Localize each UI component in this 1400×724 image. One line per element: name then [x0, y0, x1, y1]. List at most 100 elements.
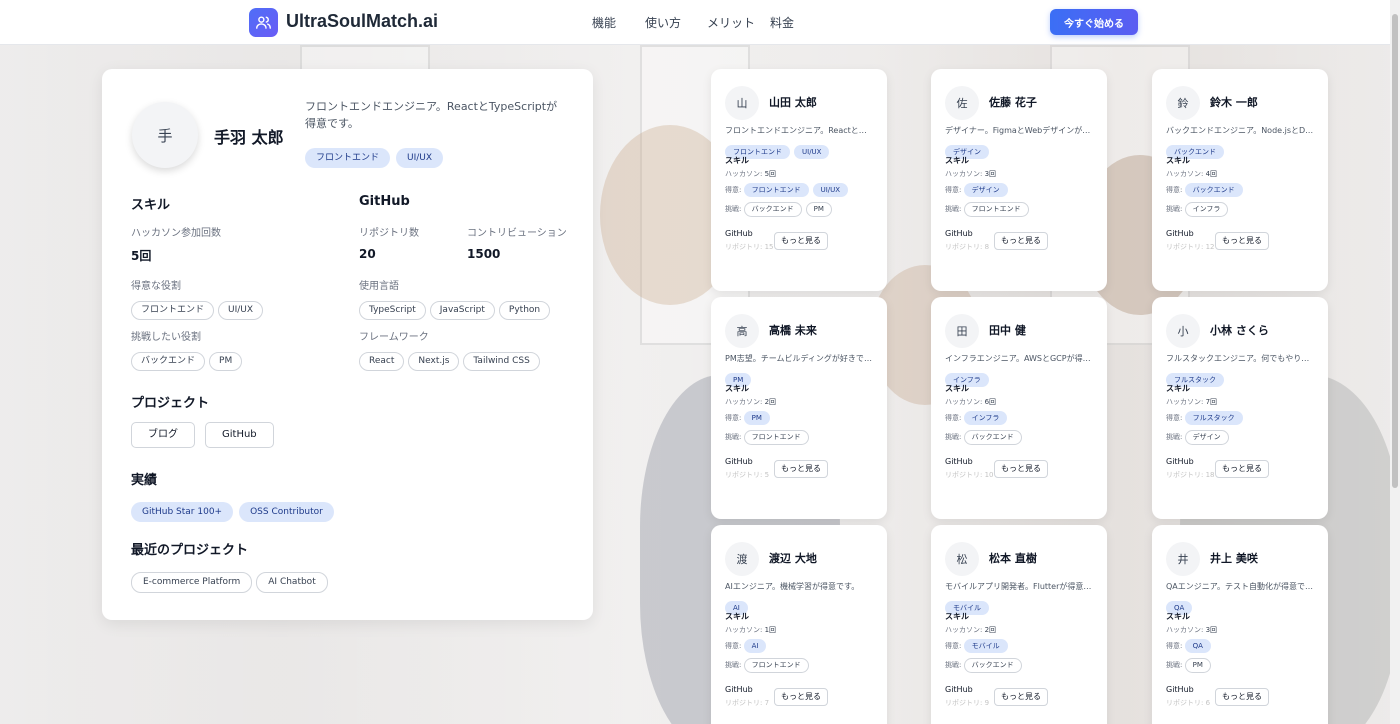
challenge-label: 挑戦: [1166, 433, 1183, 441]
profile-bio: フロントエンドエンジニア。ReactとTypeScriptが得意です。 [305, 100, 558, 130]
user-card[interactable]: 高高橋 未来 PM志望。チームビルディングが好きです。 PM スキル ハッカソン: 2回… [711, 297, 887, 519]
user-card[interactable]: 鈴鈴木 一郎 バックエンドエンジニア。Node.jsとDB設… バックエンド スキルハ… [1152, 69, 1328, 291]
challenge-role-tag: PM [209, 352, 243, 371]
hackathon-row: ハッカソン: 4回 [1166, 169, 1217, 179]
hackathon-row: ハッカソン: 3回 [1166, 625, 1217, 635]
see-more-button[interactable]: もっと見る [774, 232, 828, 250]
avatar: 田 [945, 314, 979, 348]
good-role-tag: AI [743, 639, 767, 653]
challenge-role-tag: PM [805, 202, 832, 217]
blog-link-button[interactable]: ブログ [131, 422, 195, 448]
repo-value: 18 [1205, 471, 1215, 479]
nav-how-to-use[interactable]: 使い方 [645, 14, 681, 31]
skill-heading: スキル [725, 156, 749, 165]
repo-count: リポジトリ: 12 [1166, 242, 1215, 252]
achievement-tag: GitHub Star 100+ [131, 502, 234, 522]
github-link-button[interactable]: GitHub [205, 422, 274, 448]
users-icon [256, 16, 271, 29]
nav-benefits[interactable]: メリット [707, 14, 755, 31]
hackathon-value: 5回 [764, 170, 777, 178]
skill-heading: スキル [725, 612, 749, 621]
user-name: 山田 太郎 [769, 96, 817, 109]
good-role-tag: バックエンド [1184, 183, 1243, 197]
profile-name: 手羽 太郎 [214, 128, 284, 147]
good-role-tag: インフラ [963, 411, 1008, 425]
github-label: GitHub [945, 457, 973, 466]
user-card[interactable]: 渡渡辺 大地 AIエンジニア。機械学習が得意です。 AI スキル ハッカソン: 1回 得意… [711, 525, 887, 724]
see-more-button[interactable]: もっと見る [994, 460, 1048, 478]
good-row: 得意: AI [725, 639, 770, 653]
challenge-role-tag: デザイン [1184, 430, 1229, 445]
user-bio: インフラエンジニア。AWSとGCPが得意で… [945, 354, 1095, 363]
user-card[interactable]: 井井上 美咲 QAエンジニア。テスト自動化が得意です。 QA スキル ハッカソン: 3回… [1152, 525, 1328, 724]
good-row: 得意: QA [1166, 639, 1215, 653]
role-tag: UI/UX [794, 145, 830, 159]
see-more-button[interactable]: もっと見る [1215, 460, 1269, 478]
user-bio: AIエンジニア。機械学習が得意です。 [725, 582, 860, 591]
repo-value: 7 [764, 699, 770, 707]
good-role-tag: フロントエンド [743, 183, 809, 197]
skill-heading: スキル [945, 156, 969, 165]
start-now-button[interactable]: 今すぐ始める [1050, 9, 1138, 35]
challenge-row: 挑戦: インフラ [1166, 202, 1232, 217]
achievement-tag: OSS Contributor [239, 502, 334, 522]
recent-project-tag[interactable]: E-commerce Platform [131, 572, 253, 593]
user-card[interactable]: 小小林 さくら フルスタックエンジニア。何でもやります。 フルスタック スキル ハッカソ… [1152, 297, 1328, 519]
repo-label: リポジトリ: [725, 699, 763, 707]
scrollbar-thumb[interactable] [1392, 14, 1398, 488]
good-role-tag: QA [1184, 639, 1211, 653]
brand-name[interactable]: UltraSoulMatch.ai [286, 11, 438, 32]
hackathon-row: ハッカソン: 3回 [945, 169, 996, 179]
challenge-role-tag: フロントエンド [963, 202, 1029, 217]
good-label: 得意: [945, 414, 962, 422]
page-scrollbar[interactable] [1390, 0, 1400, 724]
see-more-button[interactable]: もっと見る [994, 232, 1048, 250]
challenge-role-tag: バックエンド [743, 202, 802, 217]
challenge-label: 挑戦: [725, 661, 742, 669]
framework-tag: Tailwind CSS [463, 352, 540, 371]
avatar: 佐 [945, 86, 979, 120]
good-role-tag: フロントエンド [131, 301, 215, 320]
user-bio: フロントエンドエンジニア。Reactと… [725, 126, 867, 135]
challenge-label: 挑戦: [725, 205, 742, 213]
hackathon-value: 3回 [984, 170, 997, 178]
logo-icon[interactable] [249, 8, 278, 37]
hackathon-row: ハッカソン: 2回 [945, 625, 996, 635]
user-card[interactable]: 松松本 直樹 モバイルアプリ開発者。Flutterが得意で… モバイル スキル ハッカソ… [931, 525, 1107, 724]
user-bio: フルスタックエンジニア。何でもやります。 [1166, 354, 1316, 363]
see-more-button[interactable]: もっと見る [1215, 232, 1269, 250]
avatar: 高 [725, 314, 759, 348]
see-more-button[interactable]: もっと見る [994, 688, 1048, 706]
avatar: 小 [1166, 314, 1200, 348]
skill-heading: スキル [1166, 384, 1190, 393]
challenge-row: 挑戦: PM [1166, 658, 1215, 673]
repo-label: リポジトリ: [1166, 471, 1204, 479]
see-more-button[interactable]: もっと見る [774, 460, 828, 478]
recent-project-tag[interactable]: AI Chatbot [256, 572, 328, 593]
good-row: 得意: PM [725, 411, 774, 425]
good-label: 得意: [725, 414, 742, 422]
challenge-label: 挑戦: [945, 433, 962, 441]
challenge-label: 挑戦: [1166, 661, 1183, 669]
good-role-tag: デザイン [963, 183, 1008, 197]
nav-pricing[interactable]: 料金 [770, 14, 794, 31]
github-label: GitHub [725, 685, 753, 694]
hackathon-label: ハッカソン: [945, 626, 983, 634]
good-row: 得意: インフラ [945, 411, 1011, 425]
github-label: GitHub [1166, 229, 1194, 238]
user-name: 井上 美咲 [1210, 552, 1258, 565]
challenge-role-tag: バックエンド [963, 430, 1022, 445]
user-card[interactable]: 山山田 太郎フロントエンドエンジニア。Reactと… フロントエンド UI/UX スキ… [711, 69, 887, 291]
repo-count-label: リポジトリ数 [359, 228, 419, 239]
see-more-button[interactable]: もっと見る [1215, 688, 1269, 706]
challenge-label: 挑戦: [945, 661, 962, 669]
languages: TypeScript JavaScript Python [359, 297, 554, 320]
user-card[interactable]: 佐佐藤 花子 デザイナー。FigmaとWebデザインが得意… デザイン スキル ハッカソ… [931, 69, 1107, 291]
avatar: 山 [725, 86, 759, 120]
user-card[interactable]: 田田中 健インフラエンジニア。AWSとGCPが得意で… インフラ スキル ハッカソン:… [931, 297, 1107, 519]
good-row: 得意: モバイル [945, 639, 1012, 653]
nav-features[interactable]: 機能 [592, 14, 616, 31]
see-more-button[interactable]: もっと見る [774, 688, 828, 706]
user-bio: バックエンドエンジニア。Node.jsとDB設… [1166, 126, 1316, 135]
hackathon-label: ハッカソン: [725, 170, 763, 178]
